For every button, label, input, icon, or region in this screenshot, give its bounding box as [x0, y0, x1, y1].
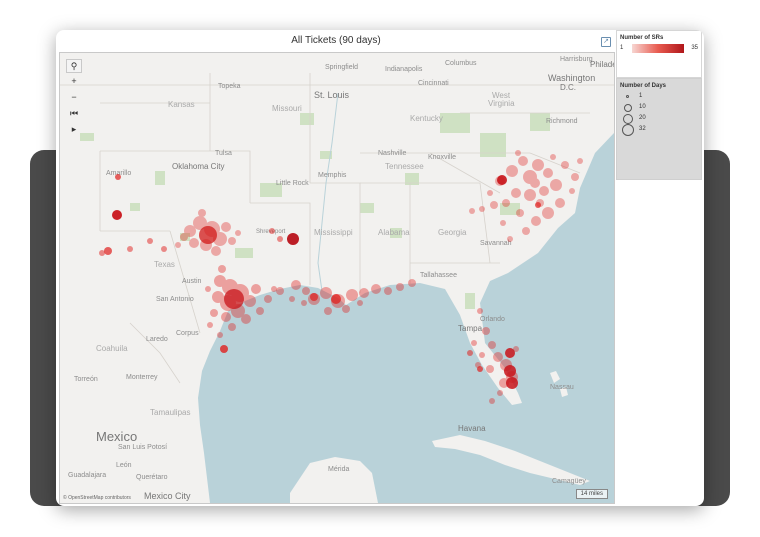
label-oklahoma-city: Oklahoma City: [172, 162, 224, 171]
label-tulsa: Tulsa: [215, 150, 232, 157]
label-cincinnati: Cincinnati: [418, 80, 449, 87]
label-kentucky: Kentucky: [410, 114, 443, 123]
export-icon[interactable]: ↗: [601, 37, 611, 47]
label-alabama: Alabama: [378, 228, 410, 237]
map-controls: ⚲ + − ⏮ ▸: [66, 59, 82, 139]
label-columbus: Columbus: [445, 60, 477, 67]
search-icon[interactable]: ⚲: [66, 59, 82, 73]
label-richmond: Richmond: [546, 118, 578, 125]
label-tallahassee: Tallahassee: [420, 272, 457, 279]
gradient-max: 35: [691, 45, 698, 51]
size-circle-icon: [623, 114, 633, 124]
label-austin: Austin: [182, 278, 202, 285]
label-st-louis: St. Louis: [314, 90, 350, 100]
yucatan-landmass: [290, 457, 378, 503]
label-washington: Washington: [548, 73, 595, 83]
label-nashville: Nashville: [378, 150, 407, 157]
label-savannah: Savannah: [480, 240, 512, 247]
label-laredo: Laredo: [146, 336, 168, 343]
legend-days-row: 20: [621, 114, 701, 125]
label-orlando: Orlando: [480, 316, 505, 323]
label-virginia: Virginia: [488, 99, 515, 108]
label-queretaro: Querétaro: [136, 474, 168, 481]
label-memphis: Memphis: [318, 172, 347, 179]
label-guadalajara: Guadalajara: [68, 472, 106, 479]
size-circle-icon: [624, 104, 632, 112]
map-canvas: Springfield Indianapolis Columbus Harris…: [60, 53, 614, 503]
label-mexico: Mexico: [96, 429, 137, 444]
label-tamaulipas: Tamaulipas: [150, 408, 190, 417]
label-havana: Havana: [458, 424, 486, 433]
size-circle-icon: [622, 124, 634, 136]
label-springfield: Springfield: [325, 64, 358, 71]
label-texas: Texas: [154, 260, 175, 269]
play-icon[interactable]: ▸: [66, 123, 82, 137]
gradient-bar: [632, 44, 684, 53]
label-san-antonio: San Antonio: [156, 296, 194, 303]
map-view[interactable]: Springfield Indianapolis Columbus Harris…: [59, 52, 615, 504]
legend-days-row: 32: [621, 124, 701, 136]
label-mexico-city: Mexico City: [144, 491, 191, 501]
label-georgia: Georgia: [438, 228, 467, 237]
legend-number-of-srs: Number of SRs 1 35: [616, 30, 702, 78]
dashboard-window: All Tickets (90 days) ↗ Springfield Indi…: [56, 30, 704, 506]
label-mississippi: Mississippi: [314, 228, 353, 237]
label-philadelphia: Philadel: [590, 60, 614, 69]
legend-days-row: 1: [621, 92, 701, 103]
zoom-out-button[interactable]: −: [66, 91, 82, 105]
days-value: 10: [639, 104, 646, 110]
label-tennessee: Tennessee: [385, 162, 424, 171]
label-kansas: Kansas: [168, 100, 195, 109]
zoom-in-button[interactable]: +: [66, 75, 82, 89]
label-coahuila: Coahuila: [96, 344, 128, 353]
legend-number-of-days: Number of Days 1 10 20 32: [616, 78, 702, 180]
legend-days-row: 10: [621, 103, 701, 114]
label-leon: León: [116, 462, 132, 469]
label-topeka: Topeka: [218, 83, 241, 90]
legend-sr-title: Number of SRs: [620, 35, 664, 41]
map-title: All Tickets (90 days): [291, 35, 381, 46]
label-knoxville: Knoxville: [428, 154, 456, 161]
label-missouri: Missouri: [272, 104, 302, 113]
label-tampa: Tampa: [458, 324, 483, 333]
days-value: 32: [639, 126, 646, 132]
map-scale: 14 miles: [575, 489, 608, 499]
label-merida: Mérida: [328, 466, 350, 473]
legend-days-title: Number of Days: [620, 83, 667, 89]
label-corpus: Corpus: [176, 330, 199, 337]
label-little-rock: Little Rock: [276, 180, 309, 187]
label-nassau: Nassau: [550, 384, 574, 391]
home-icon[interactable]: ⏮: [66, 107, 82, 121]
color-gradient: 1 35: [620, 44, 698, 53]
days-value: 1: [639, 93, 643, 99]
label-harrisburg: Harrisburg: [560, 56, 593, 63]
label-san-luis-potosi: San Luis Potosí: [118, 444, 167, 451]
label-monterrey: Monterrey: [126, 374, 158, 381]
map-attribution[interactable]: © OpenStreetMap contributors: [63, 495, 131, 501]
label-dc: D.C.: [560, 83, 576, 92]
label-indianapolis: Indianapolis: [385, 66, 423, 73]
size-circle-icon: [626, 95, 629, 98]
gradient-min: 1: [620, 45, 624, 51]
label-camaguey: Camagüey: [552, 478, 586, 485]
days-value: 20: [639, 115, 646, 121]
label-torreon: Torreón: [74, 376, 98, 383]
